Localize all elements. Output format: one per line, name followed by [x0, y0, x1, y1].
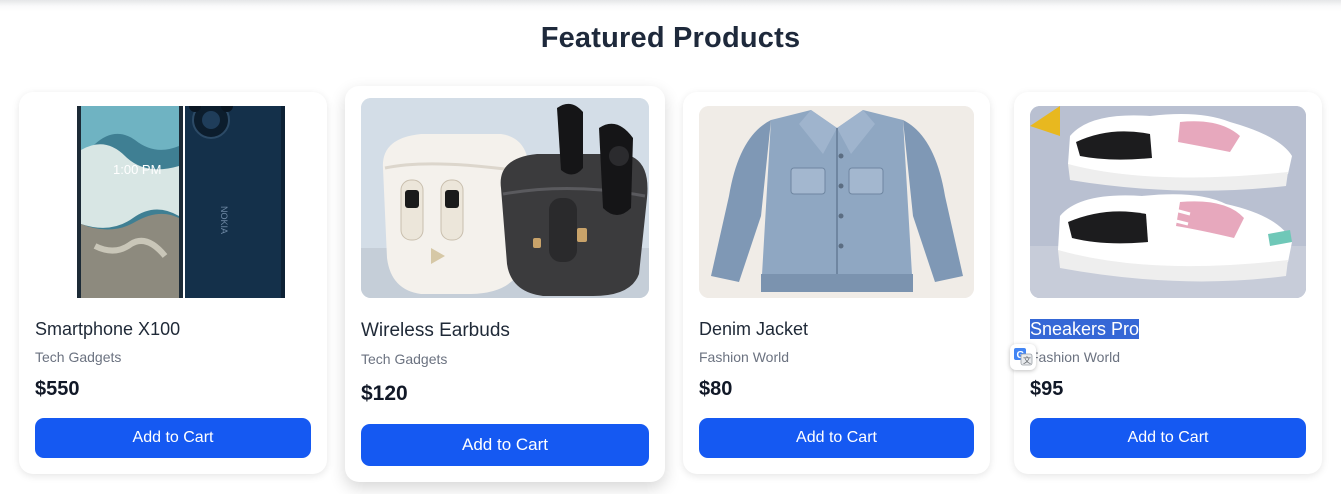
- smartphone-illustration: 1:00 PM NOKIA: [77, 106, 285, 298]
- product-card-smartphone[interactable]: 1:00 PM NOKIA Smartphone X100 Tech Gadge…: [19, 92, 327, 474]
- product-price: $550: [35, 378, 80, 400]
- product-price: $95: [1030, 378, 1064, 400]
- svg-text:1:00 PM: 1:00 PM: [113, 162, 161, 177]
- product-price: $120: [361, 382, 408, 405]
- product-card-sneakers[interactable]: Sneakers Pro Fashion World $95 Add to Ca…: [1014, 92, 1322, 474]
- product-store: Fashion World: [699, 349, 790, 365]
- add-to-cart-button[interactable]: Add to Cart: [361, 424, 649, 466]
- product-card-jacket[interactable]: Denim Jacket Fashion World $80 Add to Ca…: [683, 92, 990, 474]
- selected-text-highlight: Sneakers Pro: [1030, 319, 1140, 339]
- earbuds-illustration: [361, 98, 649, 298]
- page-title: Featured Products: [540, 22, 801, 54]
- translate-glyph: G 文: [1014, 348, 1033, 366]
- sneakers-image[interactable]: [1030, 106, 1306, 298]
- add-to-cart-button[interactable]: Add to Cart: [35, 418, 311, 458]
- add-to-cart-button[interactable]: Add to Cart: [699, 418, 974, 458]
- product-store: Tech Gadgets: [35, 349, 122, 365]
- header-shadow: [0, 0, 1341, 6]
- product-name: Denim Jacket: [699, 319, 809, 339]
- product-name: Wireless Earbuds: [361, 320, 510, 341]
- sneakers-illustration: [1030, 106, 1306, 298]
- jacket-image[interactable]: [699, 106, 974, 298]
- add-to-cart-button[interactable]: Add to Cart: [1030, 418, 1306, 458]
- svg-text:文: 文: [1023, 355, 1031, 365]
- earbuds-image[interactable]: [361, 98, 649, 298]
- product-name: Sneakers Pro: [1030, 319, 1140, 340]
- product-price: $80: [699, 378, 733, 400]
- product-name: Smartphone X100: [35, 319, 181, 339]
- featured-products-page: Featured Products 1:00 PM NOKIA Smartpho…: [0, 0, 1341, 494]
- product-store: Fashion World: [1030, 349, 1121, 365]
- product-store: Tech Gadgets: [361, 351, 448, 367]
- smartphone-image[interactable]: 1:00 PM NOKIA: [35, 106, 311, 298]
- jacket-illustration: [699, 106, 974, 298]
- google-translate-icon[interactable]: G 文: [1010, 344, 1036, 370]
- product-card-earbuds[interactable]: Wireless Earbuds Tech Gadgets $120 Add t…: [345, 86, 665, 482]
- svg-text:NOKIA: NOKIA: [219, 206, 229, 234]
